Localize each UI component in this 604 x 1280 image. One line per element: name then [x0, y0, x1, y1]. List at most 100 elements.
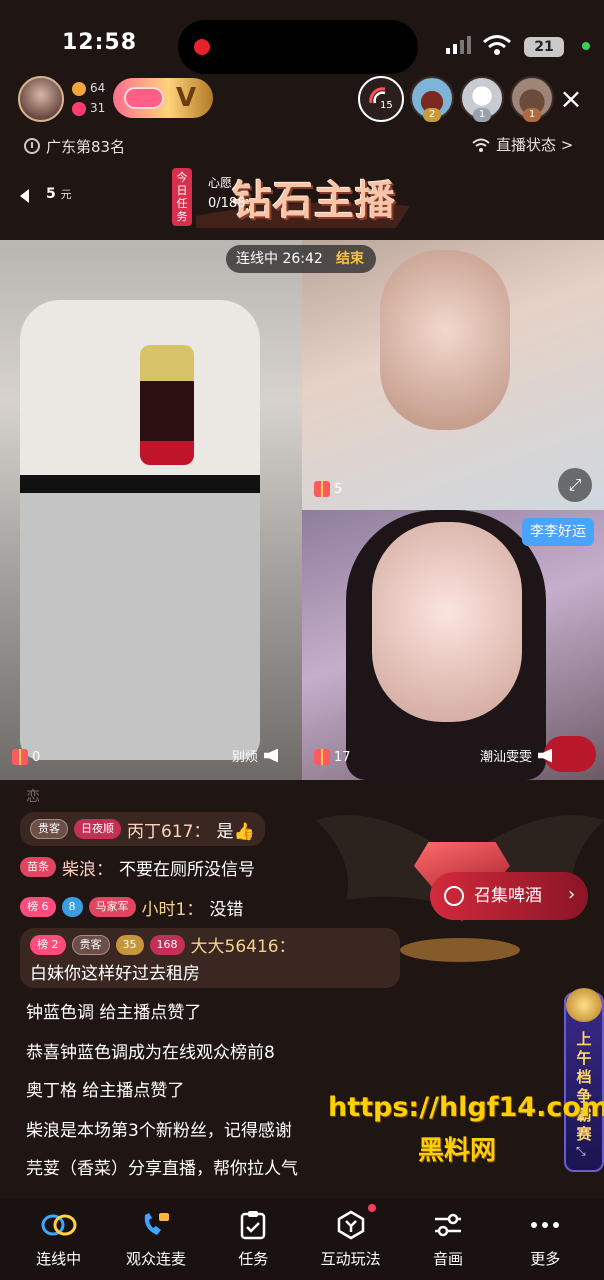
- bottom-toolbar: 连线中 观众连麦 任务 互动玩法 音画 更多: [0, 1198, 604, 1280]
- system-message: 柴浪是本场第3个新粉丝，记得感谢: [26, 1121, 292, 1141]
- game-icon: [333, 1210, 369, 1240]
- viewer-rank-badge: 1: [473, 108, 491, 122]
- guest-figure: [380, 250, 510, 430]
- live-status-button[interactable]: 直播状态 >: [472, 134, 573, 155]
- trophy-icon: [566, 988, 602, 1022]
- beer-icon: [444, 886, 464, 906]
- signal-icon: [446, 36, 471, 54]
- gift-count: 5: [334, 481, 343, 497]
- tab-interactive-play[interactable]: 互动玩法: [311, 1210, 391, 1280]
- chat-username[interactable]: 大大56416：: [191, 932, 296, 957]
- watermark-name: 黑料网: [418, 1136, 497, 1166]
- tab-audience-mic[interactable]: 观众连麦: [116, 1210, 196, 1280]
- heart-icon: [72, 102, 86, 116]
- battery-indicator: 21: [524, 37, 564, 57]
- camera-active-dot-icon: [582, 42, 590, 50]
- contest-promo-label: 上午档争霸赛: [576, 1030, 592, 1143]
- wifi-icon: [472, 138, 490, 152]
- chat-message[interactable]: 贵客 日夜顺 丙丁617： 是👍: [20, 812, 265, 846]
- chat-text: 是👍: [216, 821, 255, 842]
- fan-level-badge: 168: [149, 934, 185, 955]
- tab-label: 任务: [238, 1250, 269, 1268]
- guest-name-label: 潮汕雯雯: [480, 750, 533, 765]
- task-title: 钻石主播: [232, 177, 396, 224]
- region-rank-label: 广东第83名: [46, 137, 126, 156]
- chat-text: 不要在厕所没信号: [119, 859, 255, 880]
- guest-badge: 贵客: [71, 934, 110, 955]
- system-message: 恭喜钟蓝色调成为在线观众榜前8: [26, 1043, 275, 1063]
- dynamic-island: [178, 20, 418, 74]
- tab-audio-video[interactable]: 音画: [408, 1210, 488, 1280]
- close-button[interactable]: ×: [556, 84, 586, 114]
- vip-letter: V: [175, 83, 197, 113]
- end-link-button[interactable]: 结束: [336, 245, 364, 273]
- recording-dot-icon: [194, 39, 210, 55]
- speaker-icon[interactable]: [264, 748, 279, 763]
- gift-counter[interactable]: 5: [314, 478, 342, 500]
- diamond-level-badge: 8: [61, 897, 83, 917]
- collapse-arrow-icon[interactable]: [20, 189, 29, 203]
- live-status-label: 直播状态 >: [496, 136, 574, 154]
- chat-username[interactable]: 小时1：: [142, 895, 204, 920]
- tab-linking[interactable]: 连线中: [19, 1210, 99, 1280]
- tab-label: 更多: [530, 1250, 561, 1268]
- wifi-icon: [483, 35, 511, 55]
- chat-text: 没错: [209, 899, 244, 920]
- task-heart-label: 心愿: [208, 176, 233, 190]
- reward-amount[interactable]: 5 元: [46, 186, 72, 202]
- status-time: 12:58: [62, 30, 138, 55]
- guest-name[interactable]: 潮汕雯雯: [480, 746, 553, 765]
- gift-counter[interactable]: 17: [314, 746, 351, 768]
- system-message: 芫荽（香菜）分享直播，帮你拉人气: [26, 1159, 298, 1179]
- chevron-right-icon: ›: [568, 884, 576, 905]
- bottle-figure: [140, 345, 194, 465]
- tab-label: 观众连麦: [125, 1250, 186, 1268]
- chat-username[interactable]: 柴浪：: [62, 855, 113, 880]
- gift-icon: [314, 749, 330, 765]
- tab-more[interactable]: 更多: [505, 1210, 585, 1280]
- tab-label: 连线中: [36, 1250, 82, 1268]
- gift-counter[interactable]: 0: [12, 746, 40, 768]
- gift-count: 0: [32, 749, 41, 765]
- tab-label: 音画: [432, 1250, 463, 1268]
- fans-icon: [72, 82, 86, 96]
- chat-username[interactable]: 丙丁617：: [127, 817, 210, 842]
- clock-icon: [24, 138, 40, 154]
- fan-badge: 日夜顺: [74, 819, 121, 839]
- system-message: 奥丁格 给主播点赞了: [26, 1081, 185, 1101]
- host-avatar[interactable]: [18, 76, 64, 122]
- streamer-name-label: 别烦: [232, 750, 259, 765]
- chat-message[interactable]: 榜 6 8 马家军 小时1： 没错: [20, 890, 243, 924]
- expand-icon[interactable]: ⤡: [576, 1144, 586, 1159]
- system-message: 钟蓝色调 给主播点赞了: [26, 1003, 202, 1023]
- daily-task-tag: 今日任务: [172, 168, 192, 226]
- speaker-icon[interactable]: [538, 748, 553, 763]
- radar-count: 15: [380, 100, 393, 111]
- notification-dot-icon: [368, 1204, 376, 1212]
- gift-icon: [314, 481, 330, 497]
- guest-figure: [372, 522, 522, 722]
- rank-badge: 榜 6: [20, 897, 56, 917]
- cloud-icon: [124, 87, 164, 109]
- rank-badge: 榜 2: [30, 934, 66, 955]
- more-icon: [527, 1210, 563, 1240]
- wealth-level-badge: 35: [115, 934, 144, 955]
- fan-badge: 马家军: [88, 897, 136, 917]
- task-progress: 0/188: [208, 196, 246, 211]
- chat-message[interactable]: 榜 2 贵客 35 168 大大56416： 白妹你这样好过去租房: [20, 928, 400, 988]
- chat-text: 白妹你这样好过去租房: [30, 964, 200, 984]
- sliders-icon: [430, 1210, 466, 1240]
- streamer-name[interactable]: 别烦: [232, 746, 279, 765]
- chat-message[interactable]: 苗条 柴浪： 不要在厕所没信号: [20, 850, 255, 884]
- phone-icon: [138, 1210, 174, 1240]
- likes-count: 31: [90, 101, 106, 115]
- viewer-rank-badge: 1: [523, 108, 541, 122]
- fans-count: 64: [90, 81, 106, 95]
- viewer-rank-badge: 2: [423, 108, 441, 122]
- gift-icon: [12, 749, 28, 765]
- tab-label: 互动玩法: [320, 1250, 381, 1268]
- expand-icon[interactable]: ⤢: [558, 468, 592, 502]
- clipboard-icon: [235, 1210, 271, 1240]
- tab-tasks[interactable]: 任务: [213, 1210, 293, 1280]
- region-rank[interactable]: 广东第83名: [24, 134, 125, 158]
